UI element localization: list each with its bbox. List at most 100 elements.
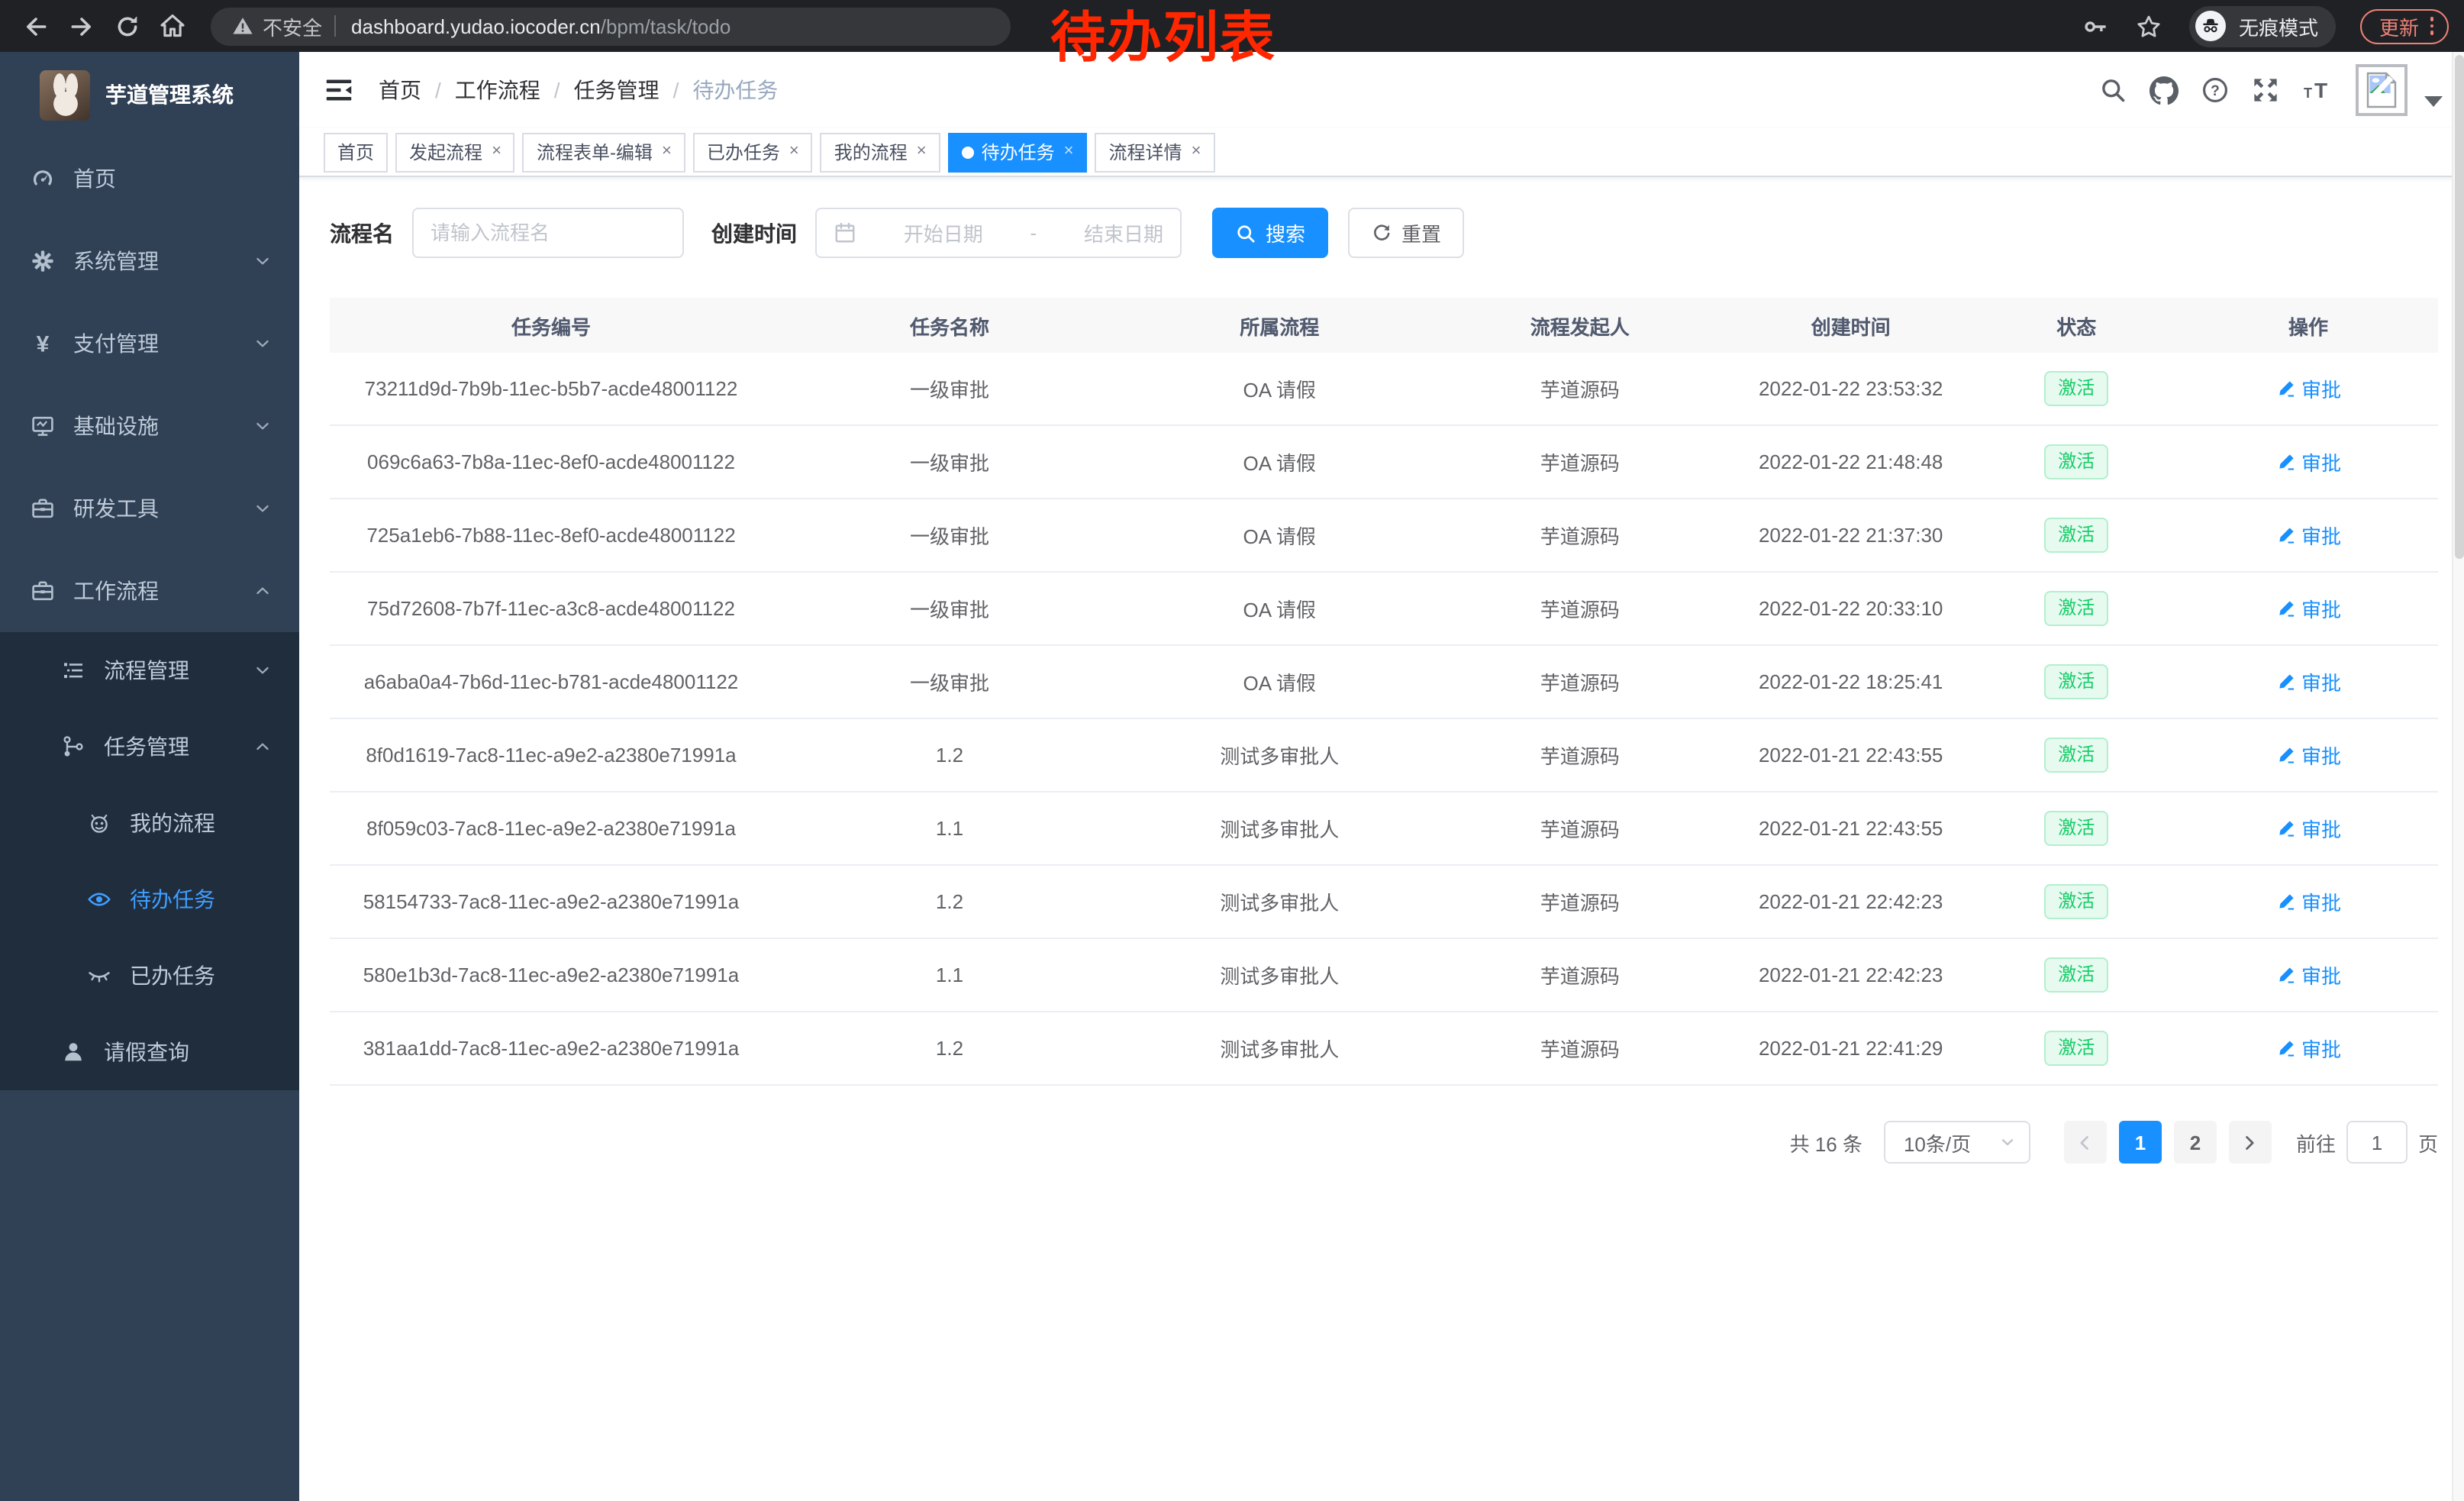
approve-link[interactable]: 审批: [2275, 1034, 2341, 1063]
cell-任务名称: 1.2: [772, 890, 1127, 913]
cell-创建时间: 2022-01-21 22:43:55: [1727, 817, 1974, 840]
approve-link[interactable]: 审批: [2275, 374, 2341, 403]
reset-button[interactable]: 重置: [1348, 208, 1464, 258]
sidebar-item-研发工具[interactable]: 研发工具: [0, 467, 299, 550]
column-header-操作: 操作: [2179, 311, 2438, 340]
page-button-1[interactable]: 1: [2119, 1121, 2162, 1164]
page-scrollbar[interactable]: [2452, 52, 2464, 1501]
sidebar-item-已办任务[interactable]: 已办任务: [0, 938, 299, 1014]
reload-icon[interactable]: [104, 5, 150, 47]
password-key-icon[interactable]: [2083, 13, 2109, 39]
sidebar-item-支付管理[interactable]: ¥支付管理: [0, 302, 299, 385]
sidebar-item-首页[interactable]: 首页: [0, 137, 299, 220]
tab-流程表单-编辑[interactable]: 流程表单-编辑×: [523, 132, 685, 172]
help-icon[interactable]: ?: [2201, 76, 2229, 104]
tab-我的流程[interactable]: 我的流程×: [821, 132, 940, 172]
status-badge: 激活: [2044, 883, 2108, 919]
search-button[interactable]: 搜索: [1212, 208, 1328, 258]
approve-link[interactable]: 审批: [2275, 960, 2341, 989]
approve-label: 审批: [2301, 960, 2341, 989]
approve-label: 审批: [2301, 374, 2341, 403]
sidebar-item-请假查询[interactable]: 请假查询: [0, 1014, 299, 1090]
breadcrumb-task-manage[interactable]: 任务管理: [574, 75, 660, 105]
breadcrumb-separator: /: [554, 78, 560, 102]
sidebar-item-系统管理[interactable]: 系统管理: [0, 220, 299, 302]
update-label[interactable]: 更新: [2379, 11, 2419, 40]
security-label[interactable]: 不安全: [263, 11, 322, 40]
avatar[interactable]: [2356, 64, 2408, 116]
url-bar[interactable]: 不安全 dashboard.yudao.iocoder.cn/bpm/task/…: [211, 7, 1011, 45]
cell-action: 审批: [2179, 521, 2438, 550]
approve-link[interactable]: 审批: [2275, 594, 2341, 623]
date-range-picker[interactable]: 开始日期 - 结束日期: [815, 208, 1182, 258]
approve-link[interactable]: 审批: [2275, 447, 2341, 476]
scrollbar-thumb[interactable]: [2455, 55, 2464, 559]
app-logo[interactable]: 芋道管理系统: [0, 52, 299, 137]
next-page-button[interactable]: [2229, 1121, 2272, 1164]
approve-link[interactable]: 审批: [2275, 521, 2341, 550]
sidebar-item-流程管理[interactable]: 流程管理: [0, 632, 299, 709]
sidebar-item-待办任务[interactable]: 待办任务: [0, 861, 299, 938]
breadcrumb-workflow[interactable]: 工作流程: [455, 75, 540, 105]
tab-流程详情[interactable]: 流程详情×: [1095, 132, 1215, 172]
cell-所属流程: 测试多审批人: [1127, 814, 1432, 843]
sidebar-item-工作流程[interactable]: 工作流程: [0, 550, 299, 632]
start-date-placeholder[interactable]: 开始日期: [904, 218, 983, 247]
tab-label: 待办任务: [982, 139, 1055, 165]
goto-page-input[interactable]: [2346, 1121, 2408, 1164]
close-icon[interactable]: ×: [492, 144, 502, 160]
tab-发起流程[interactable]: 发起流程×: [395, 132, 515, 172]
chevron-down-icon: [253, 252, 272, 270]
approve-link[interactable]: 审批: [2275, 887, 2341, 916]
user-icon: [61, 1040, 85, 1064]
update-button[interactable]: 更新: [2361, 8, 2449, 44]
page-button-2[interactable]: 2: [2174, 1121, 2217, 1164]
table-body: 73211d9d-7b9b-11ec-b5b7-acde48001122一级审批…: [330, 353, 2438, 1086]
column-header-任务名称: 任务名称: [772, 311, 1127, 340]
prev-page-button[interactable]: [2064, 1121, 2107, 1164]
avatar-dropdown-icon[interactable]: [2424, 95, 2443, 106]
approve-link[interactable]: 审批: [2275, 741, 2341, 770]
cell-流程发起人: 芋道源码: [1432, 374, 1727, 403]
approve-link[interactable]: 审批: [2275, 667, 2341, 696]
close-icon[interactable]: ×: [1064, 144, 1074, 160]
close-icon[interactable]: ×: [917, 144, 927, 160]
process-name-field[interactable]: [412, 208, 684, 258]
cell-创建时间: 2022-01-22 21:37:30: [1727, 524, 1974, 547]
sidebar-item-任务管理[interactable]: 任务管理: [0, 709, 299, 785]
bookmark-star-icon[interactable]: [2137, 13, 2162, 39]
sidebar-toggle-icon[interactable]: [324, 75, 354, 105]
tab-已办任务[interactable]: 已办任务×: [693, 132, 813, 172]
page-size-select[interactable]: 10条/页: [1884, 1121, 2030, 1164]
sidebar-item-我的流程[interactable]: 我的流程: [0, 785, 299, 861]
close-icon[interactable]: ×: [789, 144, 799, 160]
status-badge: 激活: [2044, 1030, 2108, 1066]
back-icon[interactable]: [12, 5, 58, 47]
fullscreen-icon[interactable]: [2252, 76, 2279, 104]
font-size-icon[interactable]: TT: [2302, 76, 2333, 104]
tab-待办任务[interactable]: 待办任务 ×: [948, 132, 1088, 172]
search-icon[interactable]: [2099, 76, 2127, 104]
cell-流程发起人: 芋道源码: [1432, 594, 1727, 623]
cell-创建时间: 2022-01-21 22:41:29: [1727, 1037, 1974, 1060]
cell-action: 审批: [2179, 667, 2438, 696]
process-name-input[interactable]: [431, 221, 669, 244]
github-icon[interactable]: [2150, 76, 2179, 105]
close-icon[interactable]: ×: [1192, 144, 1201, 160]
url-path[interactable]: /bpm/task/todo: [601, 15, 731, 37]
breadcrumb-home[interactable]: 首页: [379, 75, 421, 105]
home-icon[interactable]: [150, 5, 195, 47]
cell-status: 激活: [1974, 517, 2179, 553]
cell-流程发起人: 芋道源码: [1432, 521, 1727, 550]
tab-首页[interactable]: 首页: [324, 132, 388, 172]
close-icon[interactable]: ×: [662, 144, 672, 160]
browser-menu-icon[interactable]: [2430, 18, 2433, 35]
sidebar-item-label: 工作流程: [73, 576, 253, 606]
goto-label: 前往: [2296, 1128, 2336, 1157]
approve-link[interactable]: 审批: [2275, 814, 2341, 843]
edit-pen-icon: [2275, 892, 2295, 912]
end-date-placeholder[interactable]: 结束日期: [1084, 218, 1163, 247]
url-host[interactable]: dashboard.yudao.iocoder.cn: [351, 15, 601, 37]
sidebar-item-基础设施[interactable]: 基础设施: [0, 385, 299, 467]
forward-icon[interactable]: [58, 5, 104, 47]
